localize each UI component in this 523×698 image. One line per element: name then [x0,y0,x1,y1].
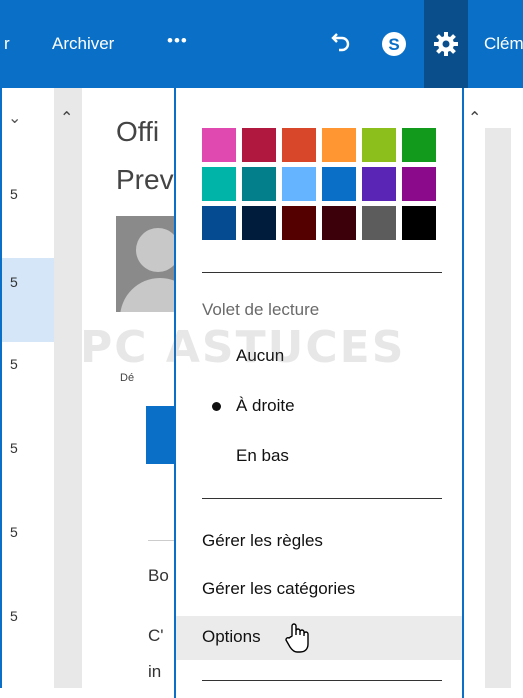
theme-swatch[interactable] [322,128,356,162]
divider [202,272,442,273]
theme-swatch[interactable] [282,206,316,240]
theme-swatch[interactable] [322,206,356,240]
option-label: En bas [236,446,289,465]
theme-swatch[interactable] [282,128,316,162]
partial-command[interactable]: r [4,33,10,55]
reading-pane-section-title: Volet de lecture [202,300,320,319]
message-date[interactable]: 5 [10,356,18,372]
reading-pane-scrollbar[interactable] [485,128,511,688]
reading-pane-option-bottom[interactable]: En bas [202,442,442,472]
theme-swatch[interactable] [402,167,436,201]
theme-swatch[interactable] [242,206,276,240]
menu-item-label: Gérer les règles [202,531,323,550]
message-date[interactable]: 5 [10,524,18,540]
hand-cursor-icon [284,622,310,659]
theme-swatch[interactable] [322,167,356,201]
chevron-down-icon[interactable]: ⌄ [8,108,21,128]
option-label: Aucun [236,346,285,365]
option-label: À droite [236,396,295,415]
message-date[interactable]: 5 [10,186,18,202]
right-column: ⌃ [466,88,523,688]
message-date[interactable]: 5 [10,440,18,456]
divider [148,540,176,541]
reading-pane-option-none[interactable]: Aucun [202,342,442,372]
skype-icon[interactable]: S [380,30,408,64]
chevron-up-icon[interactable]: ⌃ [468,108,481,128]
body-text: Bo [148,566,169,585]
more-actions-button[interactable]: ••• [167,30,188,52]
options-item[interactable]: Options [176,616,462,660]
reading-pane-option-right[interactable]: À droite [202,392,442,422]
message-date[interactable]: 5 [10,274,18,290]
theme-swatch[interactable] [282,167,316,201]
sender-meta: Dé [120,372,135,384]
message-list: ⌄ 5 5 5 5 5 5 [2,88,54,688]
subject-line-2: Prev [116,164,174,195]
theme-swatch[interactable] [362,167,396,201]
theme-swatch[interactable] [202,206,236,240]
theme-swatch[interactable] [202,167,236,201]
settings-panel: Volet de lecture Aucun À droite En bas G… [174,88,464,698]
reading-pane: Offi Prev Dé Bo C' in [82,88,176,688]
selected-bullet-icon [212,402,221,411]
chevron-up-icon[interactable]: ⌃ [60,108,73,128]
theme-swatch[interactable] [402,128,436,162]
theme-swatch[interactable] [402,206,436,240]
undo-icon[interactable] [328,28,354,60]
command-bar: r Archiver ••• S Clém [0,0,523,88]
message-date[interactable]: 5 [10,608,18,624]
gear-icon[interactable] [432,30,460,64]
theme-swatch[interactable] [362,128,396,162]
theme-swatch[interactable] [202,128,236,162]
divider [202,680,442,681]
message-list-scrollbar[interactable]: ⌃ [54,88,82,688]
message-subject: Offi Prev [116,108,174,204]
theme-color-grid [202,128,436,240]
body-text: in [148,662,162,681]
manage-categories-item[interactable]: Gérer les catégories [176,568,462,612]
theme-swatch[interactable] [242,128,276,162]
user-name[interactable]: Clém [484,33,523,55]
selected-message[interactable] [2,258,54,342]
theme-swatch[interactable] [242,167,276,201]
menu-item-label: Gérer les catégories [202,579,356,598]
menu-item-label: Options [202,627,261,646]
divider [202,498,442,499]
avatar [116,216,176,312]
manage-rules-item[interactable]: Gérer les règles [176,520,462,564]
body-text: C' [148,626,164,645]
theme-swatch[interactable] [362,206,396,240]
outlook-logo [146,406,176,464]
archive-button[interactable]: Archiver [52,33,114,55]
subject-line-1: Offi [116,116,160,147]
svg-text:S: S [388,35,399,54]
